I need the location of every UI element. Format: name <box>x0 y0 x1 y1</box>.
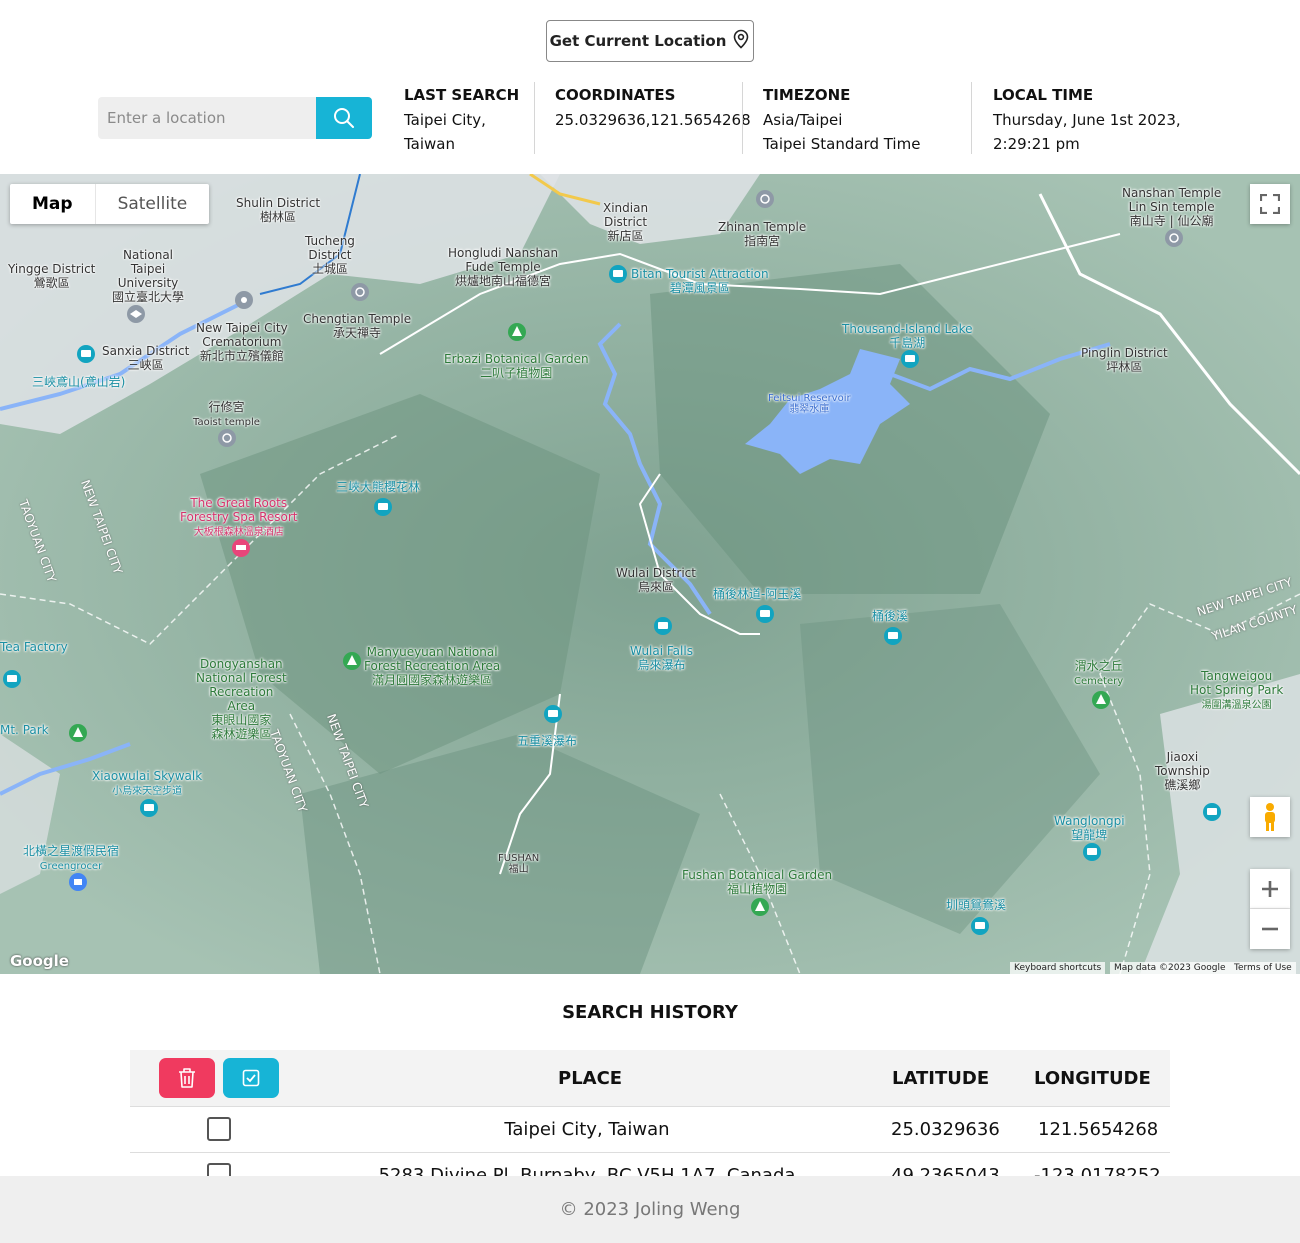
poi-markers <box>3 190 1221 935</box>
location-search-input[interactable] <box>98 97 316 139</box>
divider <box>742 82 743 154</box>
camera-marker-icon[interactable] <box>971 917 989 935</box>
trash-icon <box>179 1068 195 1088</box>
hotel-marker-icon[interactable] <box>232 539 250 557</box>
search-button[interactable] <box>316 97 372 139</box>
checkbox-checked-icon <box>242 1069 260 1087</box>
page: Get Current Location LAST SEARCH Taipei … <box>0 0 1300 1243</box>
terms-of-use-link[interactable]: Terms of Use <box>1230 962 1296 974</box>
local-time-info: LOCAL TIME Thursday, June 1st 2023, 2:29… <box>993 82 1193 154</box>
camera-marker-icon[interactable] <box>609 265 627 283</box>
keyboard-shortcuts-link[interactable]: Keyboard shortcuts <box>1010 962 1106 974</box>
get-current-location-label: Get Current Location <box>549 32 727 50</box>
delete-selected-button[interactable] <box>159 1058 215 1098</box>
table-row[interactable]: Taipei City, Taiwan 25.0329636 121.56542… <box>130 1107 1170 1153</box>
column-header-longitude: LONGITUDE <box>1034 1068 1151 1089</box>
camera-marker-icon[interactable] <box>140 799 158 817</box>
tree-marker-icon[interactable] <box>1092 691 1110 709</box>
camera-marker-icon[interactable] <box>1203 803 1221 821</box>
last-search-info: LAST SEARCH Taipei City, Taiwan <box>404 82 524 154</box>
map-type-satellite-button[interactable]: Satellite <box>96 184 210 224</box>
divider <box>971 82 972 154</box>
coordinates-value: 25.0329636,121.5654268 <box>555 111 751 129</box>
temple-marker-icon[interactable] <box>1165 229 1183 247</box>
place-marker-icon[interactable] <box>235 291 253 309</box>
table-header: PLACE LATITUDE LONGITUDE <box>130 1050 1170 1107</box>
camera-marker-icon[interactable] <box>1083 843 1101 861</box>
timezone-id: Asia/Taipei <box>763 111 843 129</box>
local-time-line2: 2:29:21 pm <box>993 135 1080 153</box>
tree-marker-icon[interactable] <box>751 898 769 916</box>
map-canvas[interactable]: Shulin District 樹林區 Tucheng District 土城區 Yi… <box>0 174 1300 974</box>
local-time-heading: LOCAL TIME <box>993 86 1094 104</box>
map-type-control: Map Satellite <box>10 184 210 224</box>
divider <box>534 82 535 154</box>
timezone-info: TIMEZONE Asia/Taipei Taipei Standard Tim… <box>763 82 963 154</box>
select-all-button[interactable] <box>223 1058 279 1098</box>
get-current-location-button[interactable]: Get Current Location <box>546 20 754 62</box>
camera-marker-icon[interactable] <box>756 605 774 623</box>
column-header-place: PLACE <box>558 1068 623 1089</box>
coordinates-info: COORDINATES 25.0329636,121.5654268 <box>555 82 751 154</box>
row-latitude: 25.0329636 <box>891 1119 1000 1140</box>
street-view-pegman[interactable] <box>1250 797 1290 837</box>
temple-marker-icon[interactable] <box>351 283 369 301</box>
timezone-name: Taipei Standard Time <box>763 135 921 153</box>
fullscreen-button[interactable] <box>1250 184 1290 224</box>
tree-marker-icon[interactable] <box>69 724 87 742</box>
map-type-map-button[interactable]: Map <box>10 184 96 224</box>
last-search-heading: LAST SEARCH <box>404 86 520 104</box>
search-history-title: SEARCH HISTORY <box>562 1002 738 1023</box>
school-marker-icon[interactable] <box>127 305 145 323</box>
shop-marker-icon[interactable] <box>69 873 87 891</box>
google-logo: Google <box>10 952 69 970</box>
pegman-icon <box>1265 803 1275 831</box>
timezone-heading: TIMEZONE <box>763 86 851 104</box>
camera-marker-icon[interactable] <box>884 627 902 645</box>
tree-marker-icon[interactable] <box>508 323 526 341</box>
tree-marker-icon[interactable] <box>343 652 361 670</box>
camera-marker-icon[interactable] <box>544 705 562 723</box>
last-search-line2: Taiwan <box>404 135 456 153</box>
camera-marker-icon[interactable] <box>901 350 919 368</box>
map-pin-icon <box>732 29 750 53</box>
temple-marker-icon[interactable] <box>218 429 236 447</box>
temple-marker-icon[interactable] <box>756 190 774 208</box>
zoom-in-button[interactable] <box>1250 869 1290 909</box>
coordinates-heading: COORDINATES <box>555 86 676 104</box>
camera-marker-icon[interactable] <box>654 617 672 635</box>
last-search-line1: Taipei City, <box>404 111 486 129</box>
location-search <box>98 97 372 139</box>
local-time-line1: Thursday, June 1st 2023, <box>993 111 1181 129</box>
camera-marker-icon[interactable] <box>374 498 392 516</box>
camera-marker-icon[interactable] <box>3 670 21 688</box>
search-icon <box>334 108 354 128</box>
minus-icon <box>1262 927 1278 931</box>
column-header-latitude: LATITUDE <box>892 1068 990 1089</box>
footer: © 2023 Joling Weng <box>0 1176 1300 1243</box>
footer-copyright: © 2023 Joling Weng <box>559 1199 741 1220</box>
camera-marker-icon[interactable] <box>77 345 95 363</box>
map-data-attribution: Map data ©2023 Google <box>1110 962 1230 974</box>
plus-icon <box>1262 880 1278 897</box>
zoom-out-button[interactable] <box>1250 909 1290 949</box>
fullscreen-icon <box>1260 194 1280 214</box>
row-longitude: 121.5654268 <box>1038 1119 1159 1140</box>
